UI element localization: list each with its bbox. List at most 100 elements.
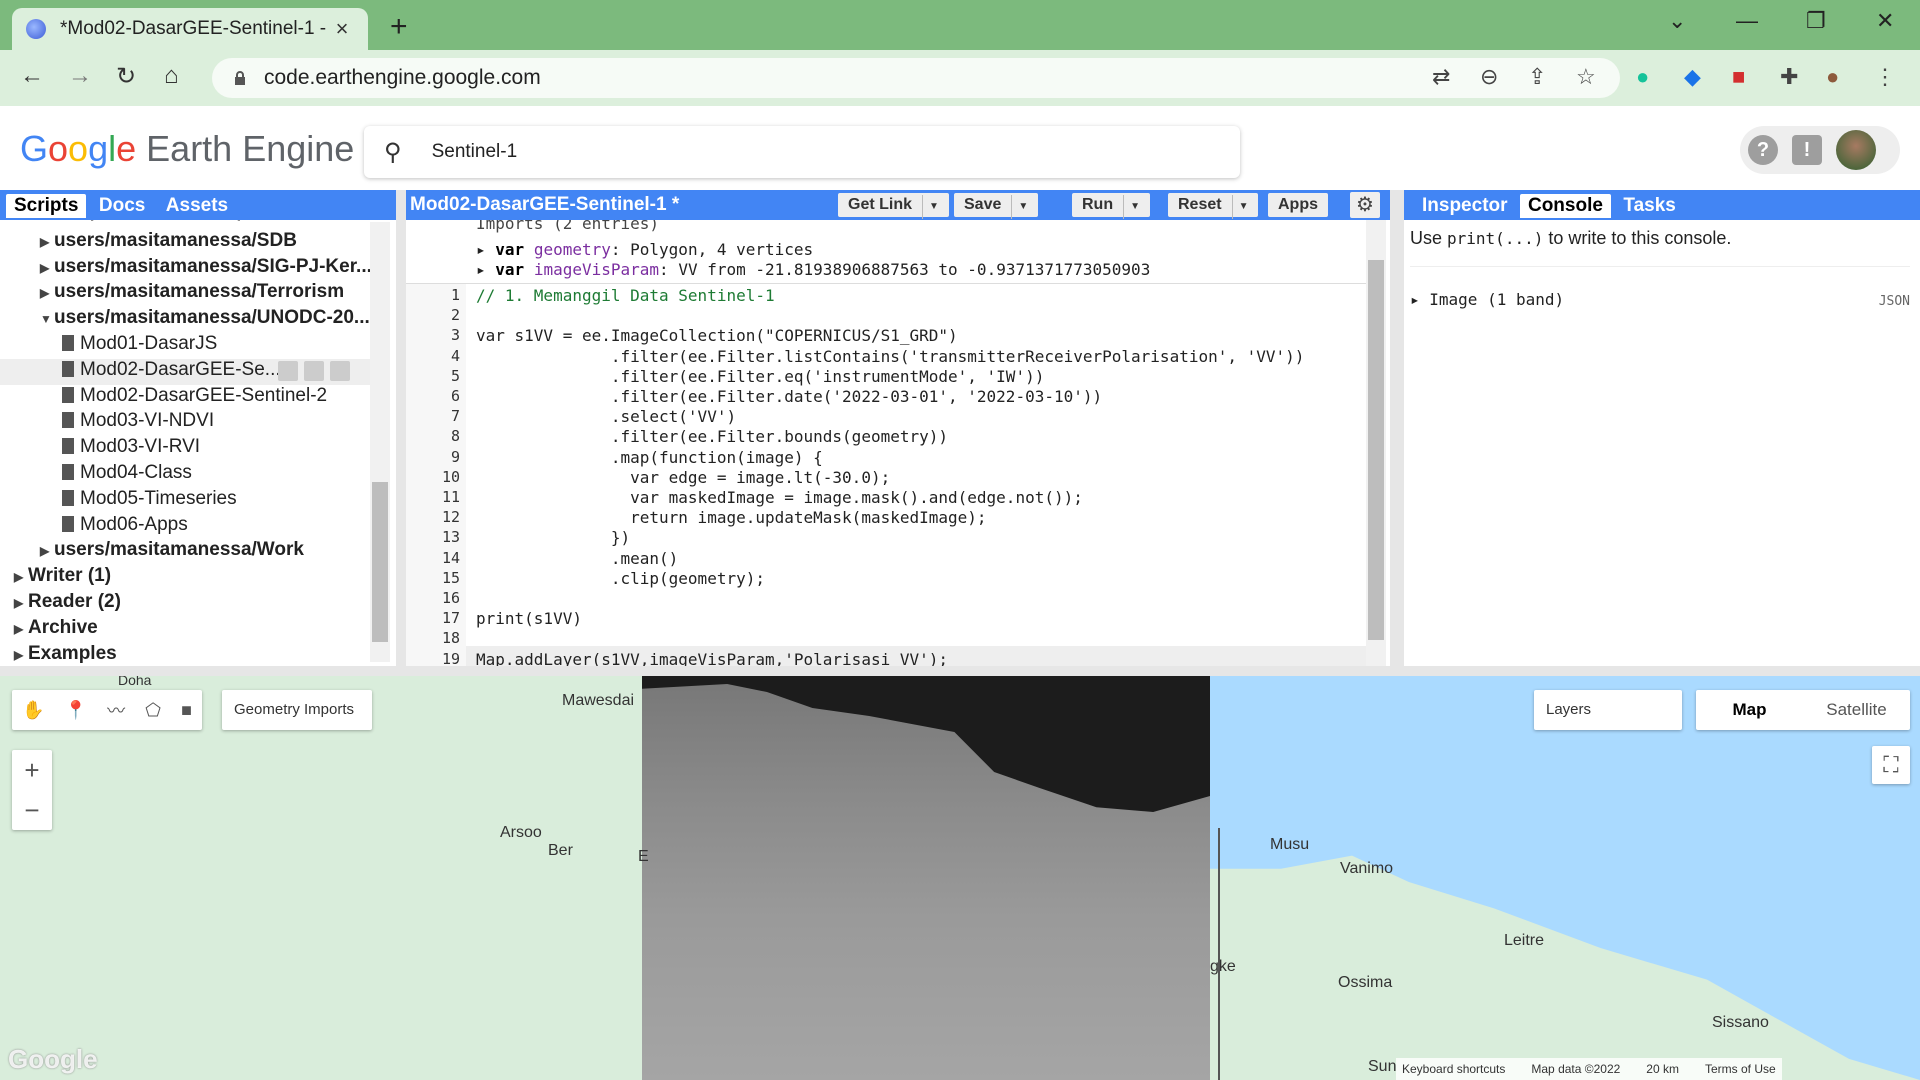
minimize-button[interactable]: — (1736, 8, 1758, 34)
script-file-item[interactable]: Mod02-DasarGEE-Sentinel-2 (0, 385, 370, 411)
reload-icon[interactable]: ↻ (116, 62, 136, 91)
script-folder-item[interactable]: ▼ users/masitamanessa/UNODC-20... (0, 307, 370, 333)
tab-console[interactable]: Console (1519, 194, 1611, 218)
tab-inspector[interactable]: Inspector (1414, 194, 1516, 218)
code-line[interactable]: return image.updateMask(maskedImage); (476, 508, 986, 527)
feedback-icon[interactable]: ! (1792, 135, 1822, 165)
apps-button[interactable]: Apps (1268, 193, 1328, 217)
code-line[interactable]: .map(function(image) { (476, 448, 823, 467)
script-file-item[interactable]: Mod04-Class (0, 462, 370, 488)
close-tab-icon[interactable]: × (330, 16, 354, 42)
geometry-imports-button[interactable]: Geometry Imports (222, 690, 372, 730)
grammarly-extension-icon[interactable]: ● (1636, 64, 1649, 90)
new-tab-button[interactable]: + (390, 10, 408, 44)
script-folder-item[interactable]: ▶ users/masitamanessa/Work (0, 539, 370, 565)
browser-tab[interactable]: *Mod02-DasarGEE-Sentinel-1 - E × (12, 8, 368, 50)
run-button[interactable]: Run ▼ (1072, 193, 1151, 219)
script-file-item[interactable]: Mod01-DasarJS (0, 333, 370, 359)
script-file-item[interactable]: Mod02-DasarGEE-Se... (0, 358, 370, 385)
code-line[interactable]: .clip(geometry); (476, 569, 765, 588)
editor-scrollbar[interactable] (1366, 220, 1386, 666)
code-line[interactable]: // 1. Memanggil Data Sentinel-1 (476, 286, 775, 305)
zoom-icon[interactable]: ⊖ (1480, 64, 1498, 90)
code-line[interactable]: .mean() (476, 549, 678, 568)
import-geometry[interactable]: ▸ var geometry: Polygon, 4 vertices (476, 240, 813, 259)
caret-down-icon[interactable]: ▼ (40, 312, 54, 326)
share-icon[interactable]: ⇪ (1528, 64, 1546, 90)
code-line[interactable]: var maskedImage = image.mask().and(edge.… (476, 488, 1083, 507)
extension-icon[interactable]: ◆ (1684, 64, 1701, 90)
gear-icon[interactable]: ⚙ (1350, 192, 1380, 218)
right-splitter[interactable] (1390, 190, 1404, 666)
fullscreen-icon[interactable]: ⛶ (1872, 746, 1910, 784)
restore-button[interactable]: ❐ (1806, 8, 1826, 34)
tab-tasks[interactable]: Tasks (1615, 194, 1683, 218)
script-folder-item[interactable]: ▶ Examples (0, 643, 370, 666)
caret-right-icon[interactable]: ▶ (40, 261, 54, 275)
back-icon[interactable]: ← (20, 62, 44, 90)
home-icon[interactable]: ⌂ (164, 62, 179, 90)
profile-avatar[interactable]: ● (1826, 64, 1839, 90)
tab-assets[interactable]: Assets (158, 194, 236, 218)
code-line[interactable]: .select('VV') (476, 407, 736, 426)
console-output-item[interactable]: ▸ Image (1 band) (1410, 290, 1564, 309)
search-input[interactable]: ⚲ Sentinel-1 (364, 126, 1240, 178)
tab-scripts[interactable]: Scripts (6, 194, 87, 218)
caret-right-icon[interactable]: ▶ (14, 648, 28, 662)
caret-right-icon[interactable]: ▶ (40, 544, 54, 558)
reset-button[interactable]: Reset ▼ (1168, 193, 1259, 219)
code-line[interactable]: .filter(ee.Filter.listContains('transmit… (476, 347, 1305, 366)
avatar[interactable] (1836, 130, 1876, 170)
tab-search-icon[interactable]: ⌄ (1668, 8, 1686, 34)
code-line[interactable]: .filter(ee.Filter.bounds(geometry)) (476, 427, 948, 446)
code-line[interactable]: .filter(ee.Filter.date('2022-03-01', '20… (476, 387, 1102, 406)
map-type-satellite[interactable]: Satellite (1803, 690, 1910, 730)
marker-icon[interactable]: 📍 (65, 700, 87, 721)
zoom-in-button[interactable]: + (12, 750, 52, 790)
code-line[interactable]: var s1VV = ee.ImageCollection("COPERNICU… (476, 326, 958, 345)
script-file-item[interactable]: Mod03-VI-NDVI (0, 410, 370, 436)
scale-text[interactable]: 20 km (1646, 1062, 1679, 1076)
url-bar[interactable]: code.earthengine.google.com (212, 58, 1620, 98)
caret-right-icon[interactable]: ▶ (14, 570, 28, 584)
rectangle-icon[interactable]: ■ (181, 700, 192, 721)
code-line[interactable]: Map.addLayer(s1VV,imageVisParam,'Polaris… (476, 650, 948, 666)
polygon-icon[interactable]: ⬠ (145, 700, 161, 721)
hand-icon[interactable]: ✋ (22, 700, 44, 721)
code-editor[interactable]: Imports (2 entries) ▸ var geometry: Poly… (406, 220, 1390, 666)
script-folder-item[interactable]: ▶ Reader (2) (0, 591, 370, 617)
translate-icon[interactable]: ⇄ (1432, 64, 1450, 90)
google-earth-engine-logo[interactable]: Google Earth Engine (20, 128, 354, 170)
bookmark-star-icon[interactable]: ☆ (1576, 64, 1596, 90)
tab-docs[interactable]: Docs (91, 194, 153, 218)
caret-right-icon[interactable]: ▶ (14, 596, 28, 610)
map-type-map[interactable]: Map (1696, 690, 1803, 730)
script-folder-item[interactable]: ▶ users/masitamanessa/SIG-PJ-Ker... (0, 256, 372, 282)
code-line[interactable]: print(s1VV) (476, 609, 582, 628)
code-line[interactable]: var edge = image.lt(-30.0); (476, 468, 890, 487)
json-link[interactable]: JSON (1879, 294, 1910, 309)
line-icon[interactable]: 〰 (107, 697, 125, 723)
edit-icon[interactable] (304, 360, 324, 381)
help-icon[interactable]: ? (1748, 135, 1778, 165)
script-file-item[interactable]: Mod05-Timeseries (0, 488, 370, 514)
terms-link[interactable]: Terms of Use (1705, 1062, 1776, 1076)
code-line[interactable]: }) (476, 528, 630, 547)
menu-icon[interactable]: ⋮ (1874, 64, 1896, 90)
script-folder-item[interactable]: ▶ users/masitamanessa/SDB (0, 230, 370, 256)
map-splitter[interactable] (0, 666, 1920, 676)
imports-header[interactable]: Imports (2 entries) (476, 220, 659, 233)
script-folder-item[interactable]: users/masitamanessa/KOO (0, 220, 370, 230)
script-folder-item[interactable]: ▶ Archive (0, 617, 370, 643)
script-folder-item[interactable]: ▶ Writer (1) (0, 565, 370, 591)
left-splitter[interactable] (396, 190, 406, 666)
save-button[interactable]: Save ▼ (954, 193, 1039, 219)
zoom-out-button[interactable]: − (12, 790, 52, 830)
forward-icon[interactable]: → (68, 62, 92, 90)
scripts-scrollbar[interactable] (370, 222, 390, 662)
caret-right-icon[interactable]: ▶ (40, 235, 54, 249)
map-canvas[interactable]: Doha Mawesdai Arsoo Ber E Musu Vanimo Le… (0, 676, 1920, 1080)
extensions-puzzle-icon[interactable]: ✚ (1780, 64, 1798, 90)
script-file-item[interactable]: Mod03-VI-RVI (0, 436, 370, 462)
import-imagevisparam[interactable]: ▸ var imageVisParam: VV from -21.8193890… (476, 260, 1150, 279)
